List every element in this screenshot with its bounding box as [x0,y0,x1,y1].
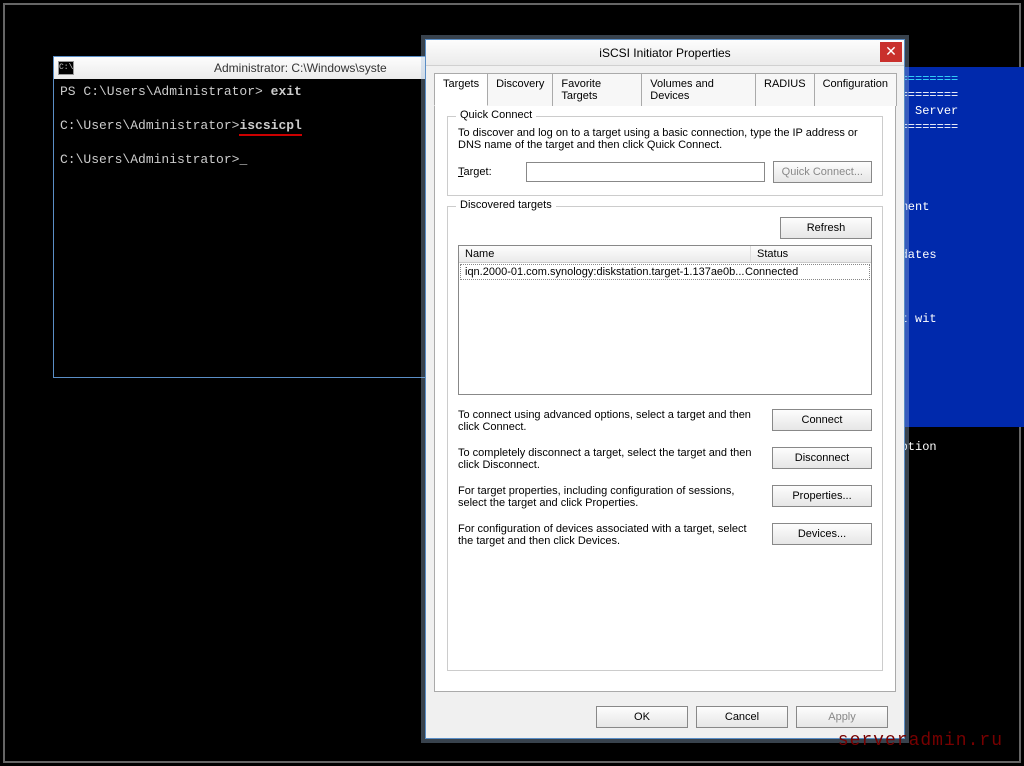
quick-connect-group: Quick Connect To discover and log on to … [447,116,883,196]
discovered-targets-group: Discovered targets Refresh Name Status i… [447,206,883,671]
target-list[interactable]: Name Status iqn.2000-01.com.synology:dis… [458,245,872,395]
iscsi-dialog: iSCSI Initiator Properties ✕ Targets Dis… [425,39,905,739]
tab-targets[interactable]: Targets [434,73,488,106]
ok-button[interactable]: OK [596,706,688,728]
target-input[interactable] [526,162,765,182]
disconnect-help: To completely disconnect a target, selec… [458,447,758,471]
tab-configuration[interactable]: Configuration [814,73,897,106]
tab-radius[interactable]: RADIUS [755,73,815,106]
dialog-titlebar[interactable]: iSCSI Initiator Properties ✕ [426,40,904,66]
dialog-title: iSCSI Initiator Properties [599,46,730,60]
cmd-title-text: Administrator: C:\Windows\syste [214,61,387,75]
cmd-icon: C:\ [58,61,74,75]
properties-button[interactable]: Properties... [772,485,872,507]
discovered-title: Discovered targets [456,199,556,211]
close-button[interactable]: ✕ [880,42,902,62]
tab-discovery[interactable]: Discovery [487,73,553,106]
quick-connect-button[interactable]: Quick Connect... [773,161,872,183]
cancel-button[interactable]: Cancel [696,706,788,728]
watermark: serveradmin.ru [838,731,1003,751]
apply-button[interactable]: Apply [796,706,888,728]
target-label: Target: [458,166,518,178]
tab-favorite-targets[interactable]: Favorite Targets [552,73,642,106]
desktop-background: ws\System32\cm ================ ========… [3,3,1021,763]
tab-pane-targets: Quick Connect To discover and log on to … [434,106,896,692]
list-header: Name Status [459,246,871,263]
devices-button[interactable]: Devices... [772,523,872,545]
col-status[interactable]: Status [751,246,871,262]
quick-connect-help: To discover and log on to a target using… [458,127,872,151]
connect-help: To connect using advanced options, selec… [458,409,758,433]
connect-button[interactable]: Connect [772,409,872,431]
devices-help: For configuration of devices associated … [458,523,758,547]
target-row-status: Connected [745,266,865,278]
target-row[interactable]: iqn.2000-01.com.synology:diskstation.tar… [460,264,870,280]
refresh-button[interactable]: Refresh [780,217,872,239]
quick-connect-title: Quick Connect [456,109,536,121]
col-name[interactable]: Name [459,246,751,262]
disconnect-button[interactable]: Disconnect [772,447,872,469]
target-row-name: iqn.2000-01.com.synology:diskstation.tar… [465,266,745,278]
tab-strip: Targets Discovery Favorite Targets Volum… [434,72,896,106]
properties-help: For target properties, including configu… [458,485,758,509]
tab-volumes-devices[interactable]: Volumes and Devices [641,73,756,106]
